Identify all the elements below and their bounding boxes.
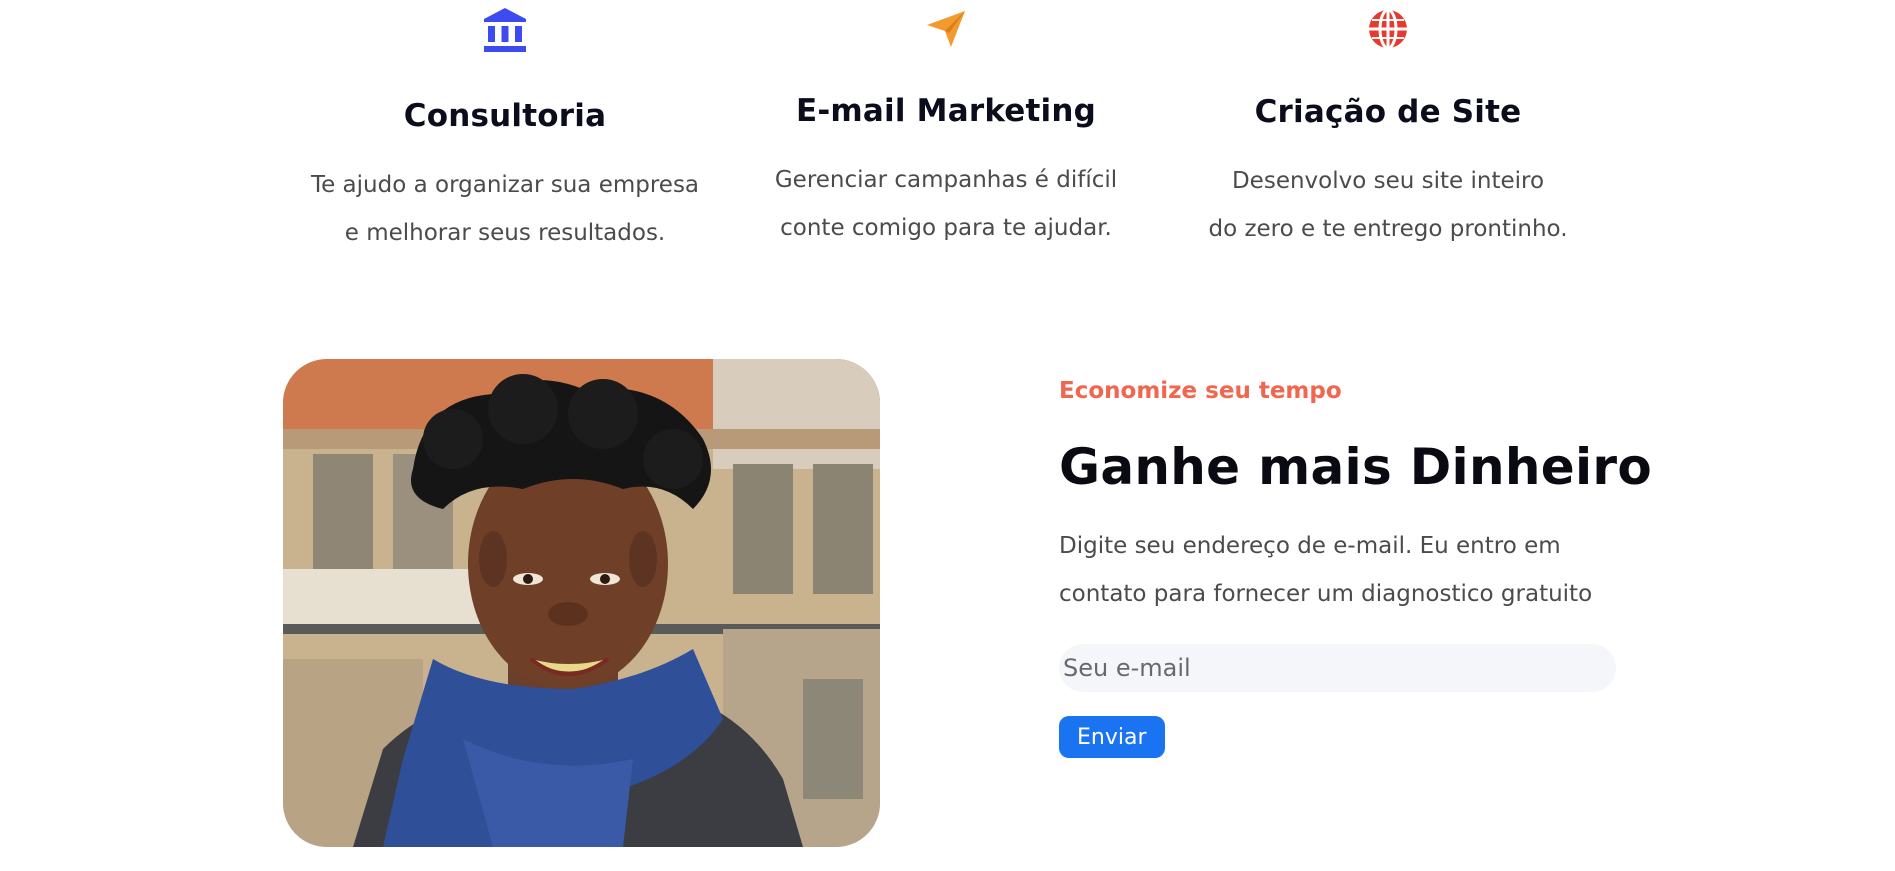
globe-icon xyxy=(1369,8,1407,50)
service-title: Consultoria xyxy=(403,98,607,134)
newsletter-section: Economize seu tempo Ganhe mais Dinheiro … xyxy=(1059,378,1653,758)
portrait-photo xyxy=(283,359,880,847)
service-title: E-mail Marketing xyxy=(795,93,1097,129)
service-consultoria: Consultoria Te ajudo a organizar sua emp… xyxy=(270,0,740,257)
service-description-line-2: conte comigo para te ajudar. xyxy=(780,215,1112,241)
service-description-line-2: e melhorar seus resultados. xyxy=(344,220,666,246)
submit-button[interactable]: Enviar xyxy=(1059,716,1165,758)
newsletter-title: Ganhe mais Dinheiro xyxy=(1059,438,1653,496)
service-description-line-1: Desenvolvo seu site inteiro xyxy=(1231,168,1545,194)
paper-plane-icon xyxy=(927,11,965,47)
newsletter-description-line-2: contato para fornecer um diagnostico gra… xyxy=(1059,581,1593,607)
service-description-line-1: Gerenciar campanhas é difícil xyxy=(774,167,1118,193)
service-title: Criação de Site xyxy=(1254,94,1522,130)
service-description-line-1: Te ajudo a organizar sua empresa xyxy=(310,172,700,198)
service-email-marketing: E-mail Marketing Gerenciar campanhas é d… xyxy=(728,0,1164,252)
bank-icon xyxy=(484,8,526,52)
page: Consultoria Te ajudo a organizar sua emp… xyxy=(0,0,1895,871)
service-criacao-de-site: Criação de Site Desenvolvo seu site inte… xyxy=(1170,0,1606,253)
newsletter-description-line-1: Digite seu endereço de e-mail. Eu entro … xyxy=(1059,533,1561,559)
email-input[interactable] xyxy=(1059,644,1616,692)
newsletter-description: Digite seu endereço de e-mail. Eu entro … xyxy=(1059,522,1619,618)
service-description-line-2: do zero e te entrego prontinho. xyxy=(1208,216,1568,242)
newsletter-eyebrow: Economize seu tempo xyxy=(1059,378,1342,404)
